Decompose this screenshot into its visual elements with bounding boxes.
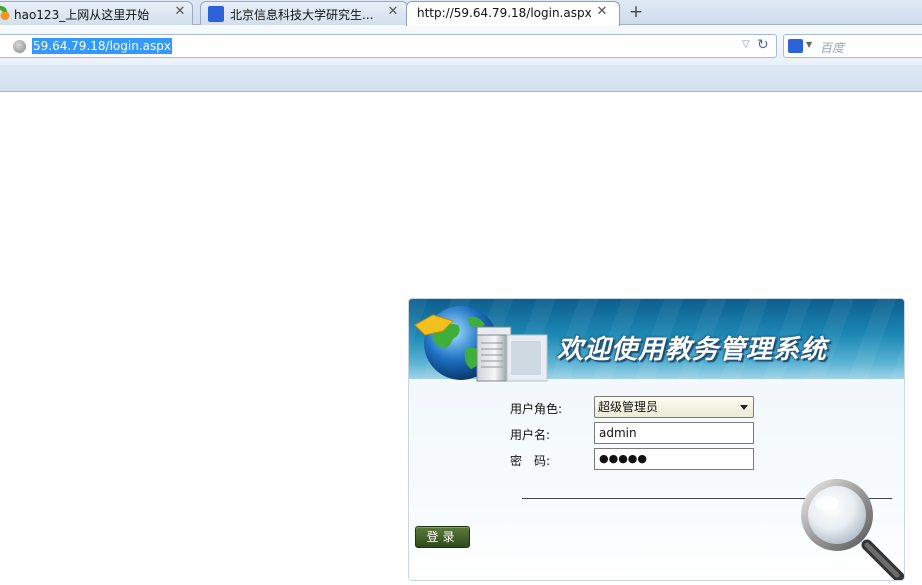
chevron-down-icon [740,405,748,410]
role-label: 用户角色: [510,402,563,416]
dropdown-arrow-icon[interactable]: ▽ [742,39,750,50]
tab-hao123[interactable]: hao123_上网从这里开始 ✕ [0,1,193,25]
tab-title: http://59.64.79.18/login.aspx [417,6,592,20]
bookmarks-toolbar [0,65,922,92]
tab-title: hao123_上网从这里开始 [14,8,150,22]
login-form: 用户角色: 超级管理员 用户名: admin 密 码: ●●●●● 登录 [409,379,904,580]
search-placeholder[interactable]: 百度 [820,39,844,56]
tab-strip: hao123_上网从这里开始 ✕ 北京信息科技大学研究生... ✕ http:/… [0,0,922,26]
role-select[interactable]: 超级管理员 [594,396,754,418]
close-tab-icon[interactable]: ✕ [386,5,400,19]
password-field[interactable]: ●●●●● [594,448,754,470]
banner-title: 欢迎使用教务管理系统 [557,335,828,365]
role-selected-value: 超级管理员 [598,400,659,414]
address-bar[interactable]: 59.64.79.18/login.aspx ▽ ↻ [0,34,777,58]
address-text[interactable]: 59.64.79.18/login.aspx [32,38,172,54]
globe-server-logo [414,306,548,382]
hao123-icon [0,6,13,22]
baidu-paw-icon[interactable] [788,39,803,53]
globe-icon [13,40,26,53]
reload-icon[interactable]: ↻ [757,37,769,53]
close-tab-icon[interactable]: ✕ [595,5,609,19]
chevron-down-icon[interactable]: ▼ [806,40,812,49]
search-box[interactable]: ▼ 百度 [783,34,922,58]
login-button[interactable]: 登录 [415,526,470,548]
password-label: 密 码: [510,454,551,468]
magnifier-icon [801,479,904,580]
close-tab-icon[interactable]: ✕ [173,5,187,19]
baidu-paw-icon [208,6,224,22]
login-banner: 欢迎使用教务管理系统 [409,299,904,382]
new-tab-button[interactable]: + [626,3,646,21]
tab-login[interactable]: http://59.64.79.18/login.aspx ✕ [406,1,620,26]
tab-bistu[interactable]: 北京信息科技大学研究生... ✕ [200,1,408,25]
login-panel: 欢迎使用教务管理系统 用户角色: 超级管理员 用户名: admin 密 码: ●… [408,298,905,581]
username-field[interactable]: admin [594,422,754,444]
navigation-bar: 59.64.79.18/login.aspx ▽ ↻ ▼ 百度 [0,25,922,65]
username-label: 用户名: [510,428,551,442]
tab-title: 北京信息科技大学研究生... [230,8,374,22]
